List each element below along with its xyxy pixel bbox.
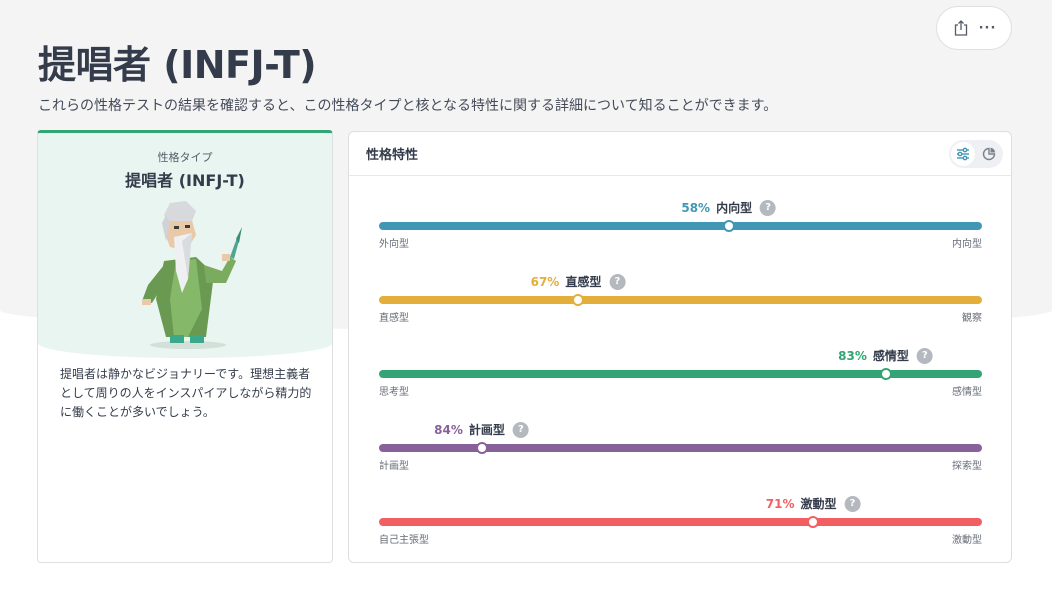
- trait-slider-knob[interactable]: [807, 516, 820, 528]
- action-pill: ···: [936, 6, 1012, 50]
- trait-row: 83% 感情型? 思考型 感情型: [379, 325, 982, 398]
- trait-right-label: 探索型: [952, 461, 982, 472]
- trait-slider-knob[interactable]: [475, 442, 488, 454]
- trait-right-label: 観察: [962, 313, 982, 324]
- pie-chart-icon[interactable]: [977, 142, 1001, 166]
- trait-slider-knob[interactable]: [879, 368, 892, 380]
- trait-label: 71% 激動型?: [766, 495, 861, 512]
- help-icon[interactable]: ?: [844, 495, 861, 512]
- share-icon[interactable]: [950, 17, 972, 39]
- trait-bar: [379, 370, 982, 378]
- trait-bar: [379, 296, 982, 304]
- type-name: 提唱者 (INFJ-T): [125, 171, 245, 190]
- trait-right-label: 感情型: [952, 387, 982, 398]
- trait-left-label: 思考型: [379, 387, 409, 398]
- trait-percent: 84%: [434, 422, 463, 437]
- trait-name: 感情型: [872, 349, 909, 363]
- trait-slider-knob[interactable]: [571, 294, 584, 306]
- trait-row: 71% 激動型? 自己主張型 激動型: [379, 473, 982, 546]
- trait-name: 激動型: [800, 497, 837, 511]
- traits-card-title: 性格特性: [366, 148, 419, 163]
- trait-left-label: 外向型: [379, 239, 409, 250]
- page-subtitle: これらの性格テストの結果を確認すると、この性格タイプと核となる特性に関する詳細に…: [38, 98, 778, 114]
- trait-label: 67% 直感型?: [531, 273, 626, 290]
- trait-right-label: 内向型: [952, 239, 982, 250]
- trait-left-label: 計画型: [379, 461, 409, 472]
- view-toggle: [949, 139, 1003, 168]
- page-title: 提唱者 (INFJ-T): [38, 43, 317, 87]
- trait-left-label: 自己主張型: [379, 535, 429, 546]
- advocate-illustration: [142, 201, 242, 349]
- help-icon[interactable]: ?: [609, 273, 626, 290]
- trait-percent: 67%: [530, 274, 560, 289]
- personality-type-card: 性格タイプ 提唱者 (INFJ-T) 提唱者は静かなビジョナリーです。理想主義者…: [37, 130, 333, 563]
- trait-label: 58% 内向型?: [681, 199, 777, 216]
- help-icon[interactable]: ?: [512, 421, 529, 438]
- type-description: 提唱者は静かなビジョナリーです。理想主義者として周りの人をインスパイアしながら精…: [60, 367, 312, 419]
- help-icon[interactable]: ?: [916, 347, 933, 364]
- trait-label: 84% 計画型?: [434, 421, 529, 438]
- trait-bar: [379, 444, 982, 452]
- trait-left-label: 直感型: [379, 313, 409, 324]
- trait-bar: [379, 518, 982, 526]
- traits-card: 性格特性 58% 内向型? 外向型 内向型 67% 直感型? 直感型 観察 83% 感情型? 思考型…: [348, 131, 1012, 563]
- trait-row: 58% 内向型? 外向型 内向型: [379, 177, 982, 250]
- more-icon[interactable]: ···: [977, 17, 999, 39]
- trait-row: 84% 計画型? 計画型 探索型: [379, 399, 982, 472]
- trait-name: 直感型: [565, 275, 602, 289]
- trait-name: 内向型: [716, 201, 753, 215]
- trait-percent: 83%: [838, 348, 867, 363]
- trait-row: 67% 直感型? 直感型 観察: [379, 251, 982, 324]
- trait-percent: 58%: [681, 200, 711, 215]
- trait-slider-knob[interactable]: [722, 220, 735, 232]
- sliders-icon[interactable]: [951, 141, 975, 166]
- type-label: 性格タイプ: [157, 151, 213, 164]
- trait-name: 計画型: [468, 423, 505, 437]
- trait-right-label: 激動型: [952, 535, 982, 546]
- trait-bar: [379, 222, 982, 230]
- help-icon[interactable]: ?: [760, 199, 777, 216]
- trait-percent: 71%: [765, 496, 795, 511]
- traits-card-header: 性格特性: [349, 132, 1011, 176]
- trait-label: 83% 感情型?: [838, 347, 933, 364]
